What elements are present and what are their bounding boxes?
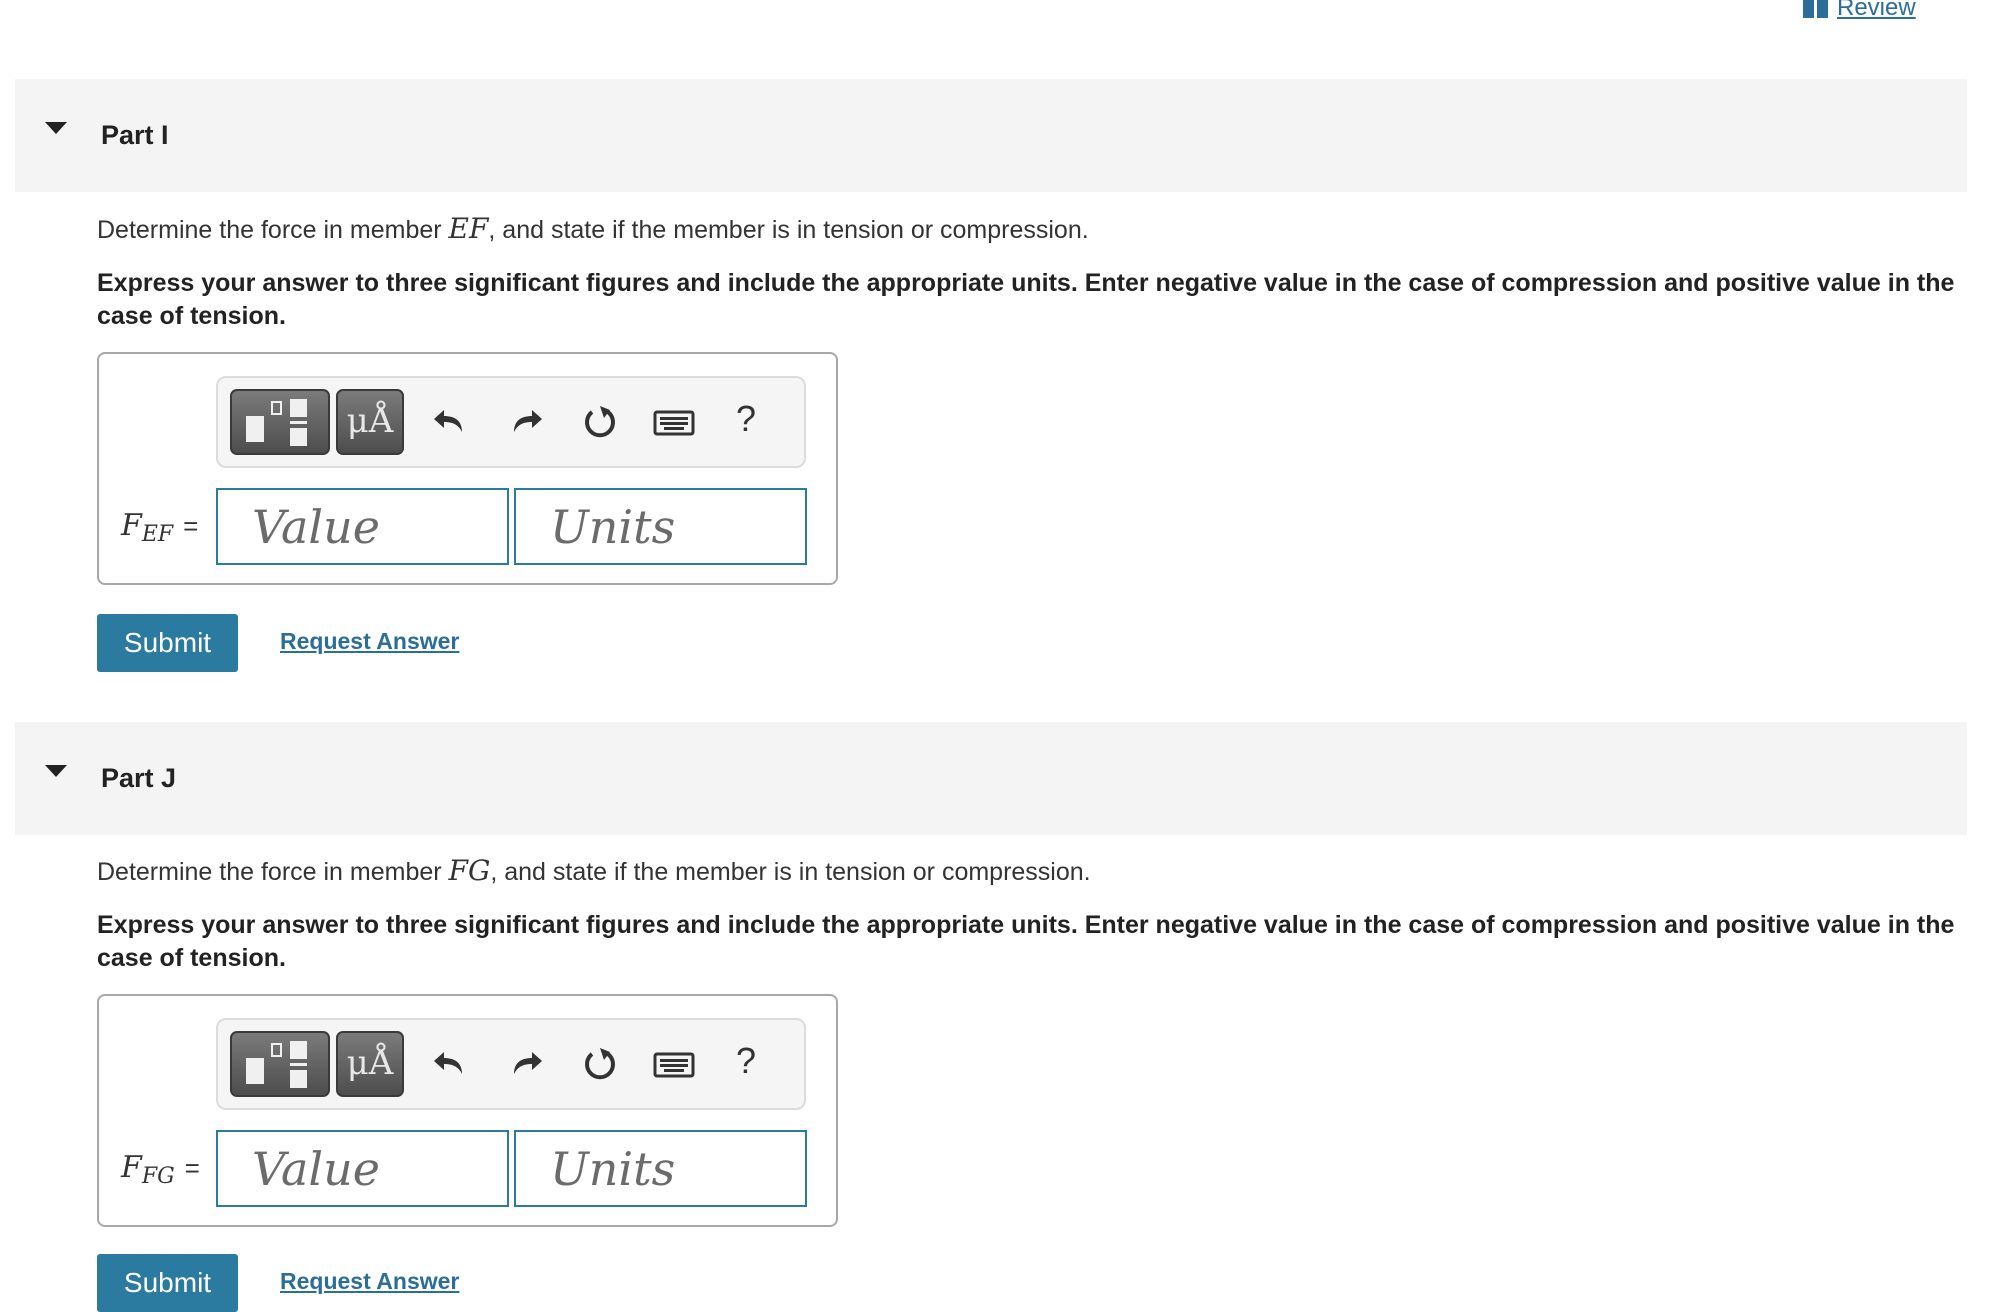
variable-label: FEF = bbox=[121, 508, 198, 547]
units-input[interactable] bbox=[514, 488, 807, 565]
math-toolbar: μÅ ? bbox=[216, 1018, 806, 1110]
redo-icon[interactable] bbox=[504, 1042, 548, 1086]
templates-button[interactable] bbox=[230, 1031, 330, 1097]
reset-icon[interactable] bbox=[578, 400, 622, 444]
templates-button[interactable] bbox=[230, 389, 330, 455]
review-label: Review bbox=[1837, 0, 1916, 21]
submit-button[interactable]: Submit bbox=[97, 614, 238, 672]
answer-box: μÅ ? FEF = bbox=[97, 352, 838, 585]
variable-subscript: FG bbox=[141, 1164, 175, 1189]
units-button[interactable]: μÅ bbox=[336, 1031, 404, 1097]
part-title: Part I bbox=[101, 120, 169, 150]
member-name: FG bbox=[448, 854, 491, 887]
caret-down-icon[interactable] bbox=[45, 122, 67, 134]
part-j-header[interactable]: Part J bbox=[15, 722, 1967, 835]
keyboard-icon[interactable] bbox=[652, 1042, 696, 1086]
part-i-header[interactable]: Part I bbox=[15, 79, 1967, 192]
equals-sign: = bbox=[184, 1153, 200, 1183]
book-icon bbox=[1803, 0, 1829, 18]
variable-symbol: F bbox=[121, 1150, 142, 1185]
answer-box: μÅ ? FFG = bbox=[97, 994, 838, 1227]
help-button[interactable]: ? bbox=[728, 398, 764, 442]
units-button[interactable]: μÅ bbox=[336, 389, 404, 455]
instructions: Express your answer to three significant… bbox=[97, 269, 1955, 330]
question-prefix: Determine the force in member bbox=[97, 216, 449, 244]
units-button-label: μÅ bbox=[346, 401, 394, 441]
review-link[interactable]: Review bbox=[1803, 0, 1916, 22]
value-input[interactable] bbox=[216, 1130, 509, 1207]
caret-down-icon[interactable] bbox=[45, 765, 67, 777]
equals-sign: = bbox=[183, 511, 199, 541]
question-prefix: Determine the force in member bbox=[97, 858, 449, 886]
value-input[interactable] bbox=[216, 488, 509, 565]
redo-icon[interactable] bbox=[504, 400, 548, 444]
reset-icon[interactable] bbox=[578, 1042, 622, 1086]
member-name: EF bbox=[448, 212, 489, 245]
units-button-label: μÅ bbox=[346, 1043, 394, 1083]
help-button[interactable]: ? bbox=[728, 1040, 764, 1084]
question-suffix: , and state if the member is in tension … bbox=[490, 858, 1091, 886]
variable-label: FFG = bbox=[121, 1150, 200, 1189]
request-answer-link[interactable]: Request Answer bbox=[280, 628, 459, 655]
keyboard-icon[interactable] bbox=[652, 400, 696, 444]
variable-symbol: F bbox=[121, 508, 142, 543]
math-toolbar: μÅ ? bbox=[216, 376, 806, 468]
undo-icon[interactable] bbox=[428, 1042, 472, 1086]
variable-subscript: EF bbox=[141, 522, 174, 547]
question-text: Determine the force in member EF, and st… bbox=[97, 212, 1089, 245]
units-input[interactable] bbox=[514, 1130, 807, 1207]
instructions: Express your answer to three significant… bbox=[97, 911, 1955, 972]
undo-icon[interactable] bbox=[428, 400, 472, 444]
part-title: Part J bbox=[101, 763, 177, 793]
question-text: Determine the force in member FG, and st… bbox=[97, 854, 1091, 887]
question-suffix: , and state if the member is in tension … bbox=[488, 216, 1089, 244]
submit-button[interactable]: Submit bbox=[97, 1254, 238, 1312]
